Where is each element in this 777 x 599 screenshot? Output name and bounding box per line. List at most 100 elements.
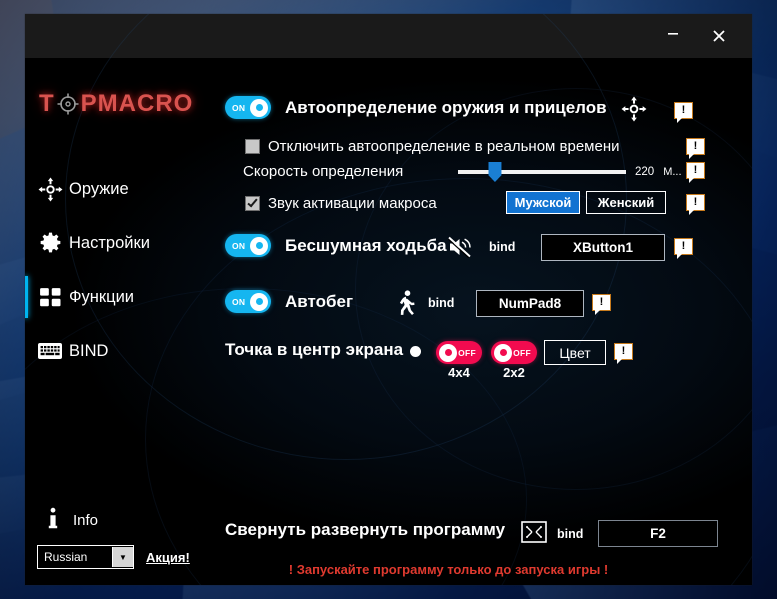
auto-detect-toggle[interactable]: ON: [225, 96, 271, 119]
mute-speaker-icon: [447, 236, 472, 263]
row-autorun: ON Автобег: [225, 290, 353, 313]
sidebar: T PMACRO Оружие Настройки Функции BIND I…: [25, 58, 221, 585]
close-icon: [713, 30, 725, 42]
autorun-key: NumPad8: [476, 290, 584, 317]
sidebar-item-settings[interactable]: Настройки: [25, 216, 221, 270]
chevron-down-icon[interactable]: ▼: [112, 547, 133, 567]
auto-detect-info[interactable]: !: [674, 102, 693, 123]
toggle-knob: [250, 236, 268, 255]
detect-speed-value: 220: [635, 166, 655, 178]
application-window: T PMACRO Оружие Настройки Функции BIND I…: [25, 14, 752, 585]
center-dot-2x2-caption: 2x2: [503, 365, 525, 380]
voice-choice-group: Мужской Женский: [506, 191, 666, 214]
row-auto-detect: ON Автоопределение оружия и прицелов: [225, 96, 607, 119]
info-bubble-icon: !: [674, 102, 693, 123]
autorun-toggle-state: ON: [232, 296, 246, 307]
info-bubble-icon: !: [686, 194, 705, 215]
sidebar-item-label: Оружие: [69, 179, 129, 198]
silent-walk-toggle[interactable]: ON: [225, 234, 271, 257]
silent-walk-key-field[interactable]: XButton1: [541, 234, 665, 261]
slider-track: [458, 170, 626, 174]
center-dot-4x4-group: OFF 4x4: [436, 341, 482, 380]
silent-walk-label: Бесшумная ходьба: [285, 235, 447, 255]
info-bubble-icon: !: [674, 238, 693, 259]
center-dot-info[interactable]: !: [614, 343, 633, 364]
autorun-run-button[interactable]: [395, 290, 417, 321]
silent-walk-info[interactable]: !: [674, 238, 693, 259]
dot-icon: [410, 346, 421, 357]
autorun-toggle[interactable]: ON: [225, 290, 271, 313]
realtime-disable-label: Отключить автоопределение в реальном вре…: [268, 138, 620, 155]
auto-detect-toggle-state: ON: [232, 102, 246, 113]
gear-icon: [37, 230, 63, 256]
sidebar-item-label: BIND: [69, 341, 109, 360]
main-panel: ON Автоопределение оружия и прицелов ! О…: [221, 58, 752, 585]
minimize-program-key-field[interactable]: F2: [598, 520, 718, 547]
toggle-knob: [250, 292, 268, 311]
minimize-program-key: F2: [598, 520, 718, 547]
detect-speed-unit: M...: [663, 166, 682, 178]
center-dot-4x4-toggle[interactable]: OFF: [436, 341, 482, 364]
macro-sound-checkbox[interactable]: [245, 196, 260, 211]
close-button[interactable]: [696, 14, 742, 58]
minimize-icon: [668, 33, 678, 35]
macro-sound-label: Звук активации макроса: [268, 195, 437, 212]
row-silent-walk: ON Бесшумная ходьба: [225, 234, 447, 257]
info-icon: [47, 507, 59, 535]
realtime-disable-info[interactable]: !: [686, 138, 705, 159]
realtime-disable-checkbox[interactable]: [245, 139, 260, 154]
toggle-knob: [494, 343, 512, 362]
info-bubble-icon: !: [592, 294, 611, 315]
detect-speed-slider-group: 220 M...: [458, 162, 682, 182]
slider-thumb[interactable]: [488, 162, 502, 182]
info-label: Info: [73, 512, 99, 529]
sidebar-item-functions[interactable]: Функции: [25, 270, 221, 324]
autorun-bind-label: bind: [428, 296, 455, 310]
center-dot-preview[interactable]: [410, 346, 421, 357]
row-center-dot: Точка в центр экрана: [225, 340, 403, 360]
detect-speed-info[interactable]: !: [686, 162, 705, 183]
autorun-key-field[interactable]: NumPad8: [476, 290, 584, 317]
running-man-icon: [395, 290, 417, 321]
promo-link[interactable]: Акция!: [146, 550, 190, 565]
info-button[interactable]: Info: [25, 507, 221, 529]
center-dot-color-button-wrap: Цвет: [544, 340, 606, 365]
sidebar-item-label: Настройки: [69, 233, 150, 252]
macro-sound-info[interactable]: !: [686, 194, 705, 215]
row-realtime-disable: Отключить автоопределение в реальном вре…: [245, 138, 620, 155]
center-dot-4x4-caption: 4x4: [448, 365, 470, 380]
detect-speed-slider[interactable]: [458, 162, 626, 182]
sidebar-item-bind[interactable]: BIND: [25, 324, 221, 378]
language-select-value: Russian: [44, 550, 88, 564]
center-dot-2x2-group: OFF 2x2: [491, 341, 537, 380]
minimize-program-bind-label: bind: [557, 527, 584, 541]
app-logo: T PMACRO: [39, 80, 221, 128]
info-bubble-icon: !: [686, 138, 705, 159]
silent-walk-toggle-state: ON: [232, 240, 246, 251]
detect-speed-label: Скорость определения: [243, 163, 404, 180]
info-bubble-icon: !: [614, 343, 633, 364]
voice-female-button[interactable]: Женский: [586, 191, 666, 214]
row-detect-speed: Скорость определения: [243, 163, 403, 180]
sidebar-nav: Оружие Настройки Функции BIND: [25, 162, 221, 378]
minimize-frame-button[interactable]: [521, 521, 547, 548]
center-dot-color-button[interactable]: Цвет: [544, 340, 606, 365]
logo-crosshair-icon: [56, 92, 80, 116]
center-dot-2x2-toggle[interactable]: OFF: [491, 341, 537, 364]
crosshair-icon: [37, 176, 63, 202]
center-dot-4x4-state: OFF: [458, 347, 476, 358]
sidebar-item-weapons[interactable]: Оружие: [25, 162, 221, 216]
grid-icon: [37, 284, 63, 310]
autorun-info[interactable]: !: [592, 294, 611, 315]
minimize-button[interactable]: [650, 14, 696, 61]
voice-male-button[interactable]: Мужской: [506, 191, 580, 214]
toggle-knob: [439, 343, 457, 362]
autorun-label: Автобег: [285, 291, 354, 311]
auto-detect-crosshair[interactable]: [621, 96, 647, 127]
mute-speaker-button[interactable]: [447, 236, 472, 263]
crosshair-icon: [621, 96, 647, 127]
silent-walk-bind-label: bind: [489, 240, 516, 254]
minimize-program-label: Свернуть развернуть программу: [225, 520, 506, 539]
language-select[interactable]: Russian ▼: [37, 545, 134, 569]
sidebar-item-label: Функции: [69, 287, 135, 306]
